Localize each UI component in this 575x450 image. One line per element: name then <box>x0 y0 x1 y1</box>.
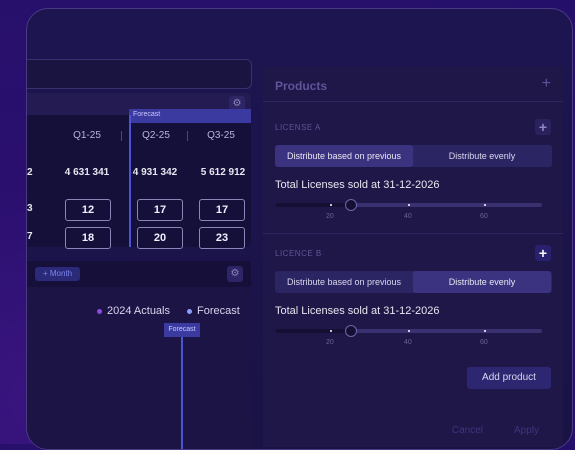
license-b-label: LICENCE B <box>275 249 322 258</box>
legend-dot-icon <box>97 308 102 314</box>
col-separator <box>121 131 122 141</box>
row2-edge-value: 7 <box>27 231 33 242</box>
legend-actuals-label: 2024 Actuals <box>107 305 170 317</box>
divider <box>263 101 563 102</box>
total-q1: 4 631 341 <box>64 167 110 178</box>
distribution-toggle-a: Distribute based on previous Distribute … <box>275 145 552 167</box>
slider-thumb[interactable] <box>345 199 357 211</box>
chart-panel: + Month ⚙ 2024 Actuals Forecast Forecast <box>27 261 251 449</box>
slider-tick <box>408 204 410 206</box>
slider-tick <box>484 330 486 332</box>
total-licenses-label: Total Licenses sold at 31-12-2026 <box>275 179 440 191</box>
search-bar[interactable] <box>27 59 252 89</box>
slider-tick <box>408 330 410 332</box>
divider <box>263 233 563 234</box>
row1-edge-value: 3 <box>27 203 33 214</box>
add-product-button[interactable]: Add product <box>467 367 551 389</box>
legend-actuals: 2024 Actuals <box>97 305 170 317</box>
row1-q2-input[interactable]: 17 <box>137 199 183 221</box>
cancel-button[interactable]: Cancel <box>452 425 483 436</box>
col-header-q3: Q3-25 <box>207 130 235 141</box>
col-separator <box>187 131 188 141</box>
col-header-q1: Q1-25 <box>73 130 101 141</box>
slider-thumb[interactable] <box>345 325 357 337</box>
products-panel: Products + LICENSE A + Distribute based … <box>263 67 563 447</box>
add-license-a-button[interactable]: + <box>535 119 551 135</box>
panel-title: Products <box>275 79 328 93</box>
total-q2: 4 931 342 <box>132 167 178 178</box>
total-licenses-label: Total Licenses sold at 31-12-2026 <box>275 305 440 317</box>
add-icon[interactable]: + <box>542 75 551 93</box>
tick-label: 60 <box>480 339 488 346</box>
row1-q1-input[interactable]: 12 <box>65 199 111 221</box>
slider-fill <box>275 203 350 207</box>
tick-label: 60 <box>480 213 488 220</box>
slider-tick <box>330 204 332 206</box>
row2-q1-input[interactable]: 18 <box>65 227 111 249</box>
chart-forecast-line <box>181 337 183 449</box>
tick-label: 40 <box>404 213 412 220</box>
add-license-b-button[interactable]: + <box>535 245 551 261</box>
total-edge-value: 2 <box>27 167 33 178</box>
col-header-q2: Q2-25 <box>142 130 170 141</box>
filter-icon[interactable]: ⚙ <box>227 266 243 282</box>
left-panel: ⚙ Forecast Q1-25 Q2-25 Q3-25 2 4 631 341… <box>27 59 252 449</box>
tick-label: 20 <box>326 339 334 346</box>
license-a-label: LICENSE A <box>275 123 321 132</box>
chart-forecast-label: Forecast <box>164 323 200 337</box>
option-distribute-evenly[interactable]: Distribute evenly <box>413 271 551 293</box>
slider-fill <box>275 329 350 333</box>
row1-q3-input[interactable]: 17 <box>199 199 245 221</box>
option-distribute-previous[interactable]: Distribute based on previous <box>275 271 413 293</box>
distribution-toggle-b: Distribute based on previous Distribute … <box>275 271 552 293</box>
slider-tick <box>484 204 486 206</box>
forecast-table: Forecast Q1-25 Q2-25 Q3-25 2 4 631 341 4… <box>27 109 251 249</box>
legend-forecast: Forecast <box>187 305 240 317</box>
option-distribute-previous[interactable]: Distribute based on previous <box>275 145 413 167</box>
app-window: ⚙ Forecast Q1-25 Q2-25 Q3-25 2 4 631 341… <box>26 8 573 450</box>
license-slider[interactable] <box>275 325 542 337</box>
row2-q2-input[interactable]: 20 <box>137 227 183 249</box>
legend-forecast-label: Forecast <box>197 305 240 317</box>
month-chip[interactable]: + Month <box>35 267 81 281</box>
row2-q3-input[interactable]: 23 <box>199 227 245 249</box>
license-slider[interactable] <box>275 199 542 211</box>
total-q3: 5 612 912 <box>200 167 246 178</box>
slider-tick <box>330 330 332 332</box>
tick-label: 40 <box>404 339 412 346</box>
tick-label: 20 <box>326 213 334 220</box>
apply-button[interactable]: Apply <box>514 425 539 436</box>
chart-toolbar: + Month ⚙ <box>27 261 251 287</box>
option-distribute-evenly[interactable]: Distribute evenly <box>413 145 551 167</box>
legend-dot-icon <box>187 308 192 314</box>
